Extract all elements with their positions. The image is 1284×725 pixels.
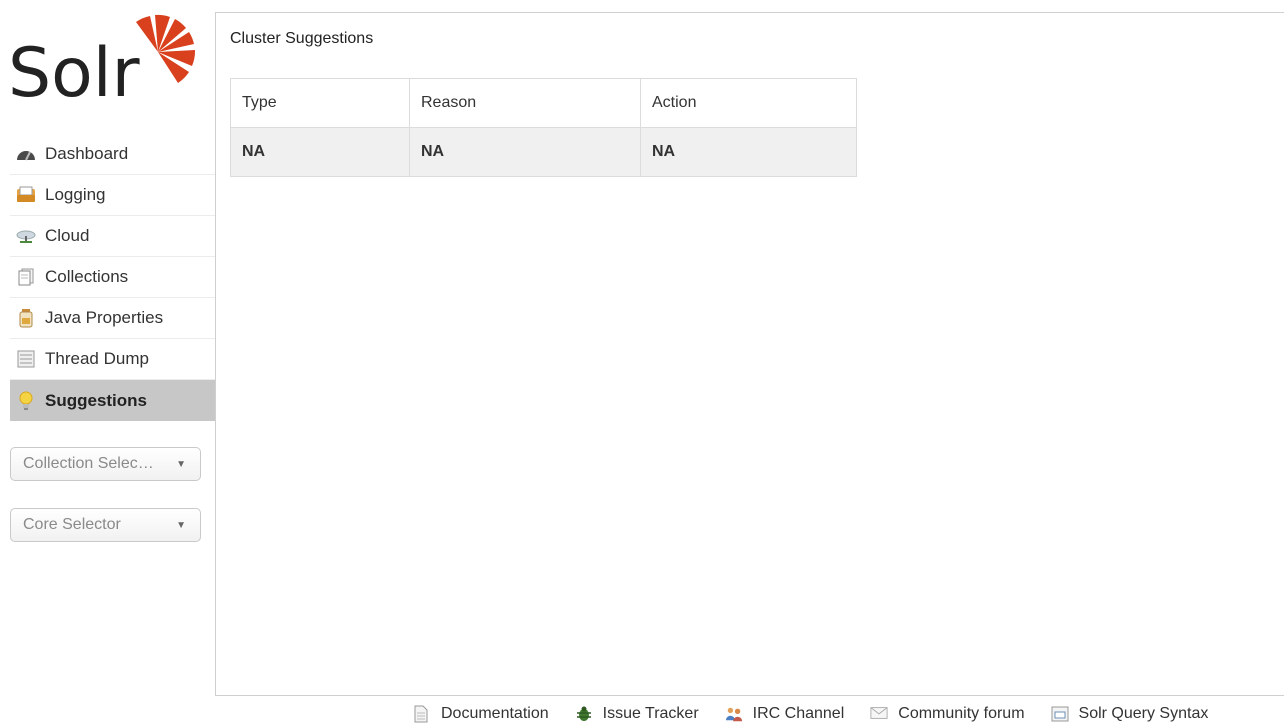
- cell-action: NA: [640, 127, 857, 177]
- table-row: NA NA NA: [230, 127, 857, 177]
- sidebar-item-collections[interactable]: Collections: [10, 257, 215, 298]
- chevron-down-icon: ▼: [176, 458, 186, 470]
- footer-link-label: Issue Tracker: [602, 705, 699, 722]
- mail-icon: [870, 705, 888, 723]
- sidebar-item-cloud[interactable]: Cloud: [10, 216, 215, 257]
- column-header-action: Action: [640, 78, 857, 128]
- sidebar: Solr Dashboard Logging Cloud Collections…: [0, 0, 215, 700]
- documentation-icon: [413, 705, 431, 723]
- collection-selector-value: Collection Selec…: [23, 455, 154, 472]
- core-selector-value: Core Selector: [23, 516, 121, 533]
- footer-link-label: Community forum: [898, 705, 1025, 722]
- footer-link-label: Solr Query Syntax: [1078, 705, 1209, 722]
- sidebar-item-label: Dashboard: [45, 144, 129, 163]
- footer-links: Documentation Issue Tracker IRC Channel …: [413, 703, 1208, 725]
- collections-icon: [16, 267, 36, 287]
- chevron-down-icon: ▼: [176, 519, 186, 531]
- suggestions-icon: [16, 391, 36, 411]
- solr-logo[interactable]: Solr: [8, 8, 198, 104]
- footer-link-label: IRC Channel: [752, 705, 845, 722]
- logging-icon: [16, 185, 36, 205]
- main-panel: Cluster Suggestions Type Reason Action N…: [215, 12, 1284, 696]
- footer-link-community-forum[interactable]: Community forum: [870, 705, 1025, 723]
- sidebar-item-suggestions[interactable]: Suggestions: [10, 380, 215, 421]
- sidebar-item-label: Logging: [45, 185, 106, 204]
- thread-dump-icon: [16, 349, 36, 369]
- java-properties-icon: [16, 308, 36, 328]
- column-header-type: Type: [230, 78, 410, 128]
- suggestions-table: Type Reason Action NA NA NA: [230, 78, 857, 177]
- footer-link-documentation[interactable]: Documentation: [413, 705, 549, 723]
- sidebar-item-label: Suggestions: [45, 390, 148, 410]
- sidebar-nav: Dashboard Logging Cloud Collections Java…: [10, 134, 215, 421]
- app-window: Solr Dashboard Logging Cloud Collections…: [0, 0, 1284, 725]
- sidebar-item-java-properties[interactable]: Java Properties: [10, 298, 215, 339]
- irc-icon: [725, 705, 743, 723]
- collection-selector[interactable]: Collection Selec… ▼: [10, 447, 201, 481]
- sidebar-item-dashboard[interactable]: Dashboard: [10, 134, 215, 175]
- page-title: Cluster Suggestions: [230, 30, 374, 47]
- footer-link-label: Documentation: [441, 705, 549, 722]
- sidebar-item-label: Java Properties: [45, 308, 164, 327]
- cell-type: NA: [230, 127, 410, 177]
- footer-link-issue-tracker[interactable]: Issue Tracker: [575, 705, 699, 723]
- footer-link-solr-query-syntax[interactable]: Solr Query Syntax: [1051, 705, 1209, 723]
- solr-sunburst-icon: [136, 14, 196, 83]
- query-syntax-icon: [1051, 705, 1069, 723]
- solr-logo-text: Solr: [8, 34, 140, 104]
- sidebar-item-label: Cloud: [45, 226, 90, 245]
- bug-icon: [575, 705, 593, 723]
- footer-link-irc-channel[interactable]: IRC Channel: [725, 705, 845, 723]
- sidebar-item-label: Collections: [45, 267, 129, 286]
- table-header-row: Type Reason Action: [230, 78, 857, 128]
- sidebar-item-logging[interactable]: Logging: [10, 175, 215, 216]
- column-header-reason: Reason: [409, 78, 641, 128]
- core-selector[interactable]: Core Selector ▼: [10, 508, 201, 542]
- cloud-icon: [16, 226, 36, 246]
- sidebar-item-thread-dump[interactable]: Thread Dump: [10, 339, 215, 380]
- dashboard-icon: [16, 144, 36, 164]
- cell-reason: NA: [409, 127, 641, 177]
- sidebar-item-label: Thread Dump: [45, 349, 149, 368]
